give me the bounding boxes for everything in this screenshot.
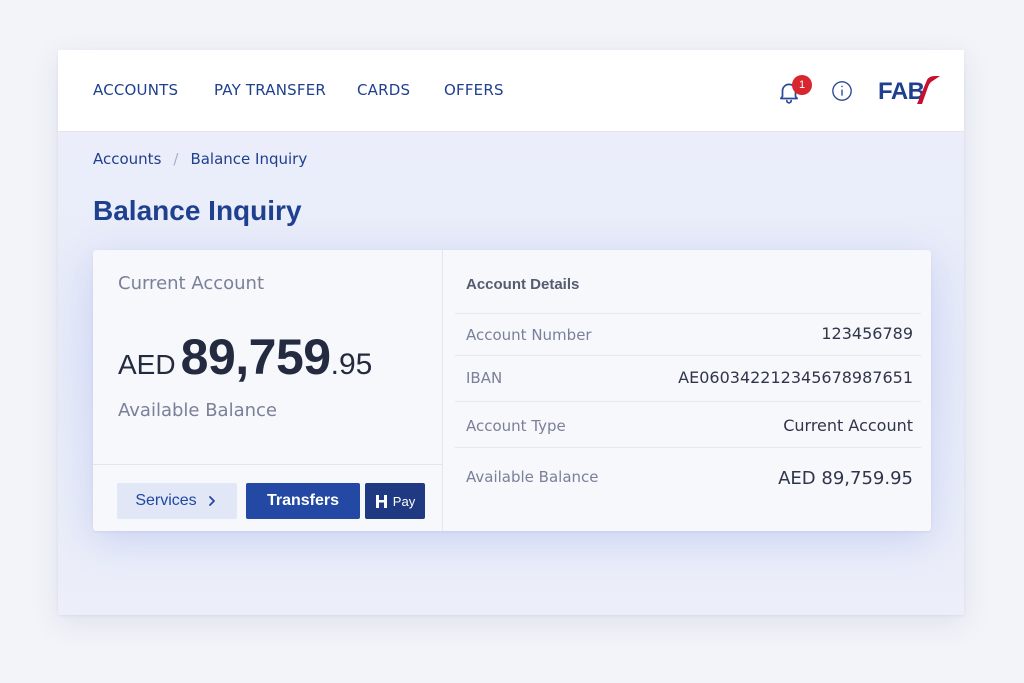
notification-badge: 1 bbox=[792, 75, 812, 95]
detail-row-account-type: Account Type Current Account bbox=[455, 401, 921, 447]
detail-row-iban: IBAN AE060342212345678987651 bbox=[455, 355, 921, 401]
top-navigation: ACCOUNTS PAY TRANSFER CARDS OFFERS 1 FAB bbox=[58, 50, 964, 132]
nav-pay-transfer[interactable]: PAY TRANSFER bbox=[214, 81, 326, 99]
balance-currency: AED bbox=[118, 349, 176, 380]
transfers-label: Transfers bbox=[266, 492, 340, 509]
services-button[interactable]: Services bbox=[117, 483, 237, 519]
account-type-label: Current Account bbox=[118, 273, 265, 294]
app-window: ACCOUNTS PAY TRANSFER CARDS OFFERS 1 FAB… bbox=[58, 50, 964, 615]
balance-summary-panel: Current Account AED 89,759.95 Available … bbox=[93, 250, 443, 531]
account-details-panel: Account Details Account Number 123456789… bbox=[443, 250, 931, 531]
action-bar: Services Transfers Pay bbox=[93, 464, 443, 531]
balance-amount: AED 89,759.95 bbox=[118, 328, 372, 386]
services-label: Services bbox=[135, 492, 197, 509]
breadcrumb-current: Balance Inquiry bbox=[190, 150, 308, 168]
fab-logo-mark bbox=[917, 76, 940, 104]
detail-value: Current Account bbox=[783, 416, 913, 435]
detail-label: Account Type bbox=[466, 417, 566, 435]
detail-label: Available Balance bbox=[466, 468, 599, 486]
breadcrumb-accounts[interactable]: Accounts bbox=[93, 150, 161, 168]
pay-label: Pay bbox=[392, 493, 416, 509]
chevron-right-icon bbox=[208, 496, 215, 506]
balance-decimal: .95 bbox=[330, 348, 373, 381]
detail-value: AED 89,759.95 bbox=[778, 468, 913, 489]
nav-accounts[interactable]: ACCOUNTS bbox=[93, 81, 178, 99]
detail-label: IBAN bbox=[466, 369, 503, 387]
account-details-title: Account Details bbox=[466, 276, 580, 293]
detail-value: AE060342212345678987651 bbox=[678, 368, 913, 387]
detail-value: 123456789 bbox=[821, 324, 913, 343]
pay-button[interactable]: Pay bbox=[365, 483, 425, 519]
transfers-button[interactable]: Transfers bbox=[246, 483, 360, 519]
nav-offers[interactable]: OFFERS bbox=[444, 81, 504, 99]
detail-row-available-balance: Available Balance AED 89,759.95 bbox=[455, 447, 921, 507]
nav-cards[interactable]: CARDS bbox=[357, 81, 410, 99]
breadcrumb-separator: / bbox=[173, 150, 179, 168]
balance-whole: 89,759 bbox=[180, 329, 331, 385]
info-icon[interactable] bbox=[831, 80, 853, 102]
available-balance-label: Available Balance bbox=[118, 400, 277, 421]
page-title: Balance Inquiry bbox=[93, 195, 302, 226]
detail-row-account-number: Account Number 123456789 bbox=[455, 313, 921, 355]
pay-icon bbox=[375, 494, 387, 508]
balance-card: Current Account AED 89,759.95 Available … bbox=[93, 250, 931, 531]
detail-label: Account Number bbox=[466, 326, 592, 344]
breadcrumb: Accounts / Balance Inquiry bbox=[93, 150, 307, 168]
